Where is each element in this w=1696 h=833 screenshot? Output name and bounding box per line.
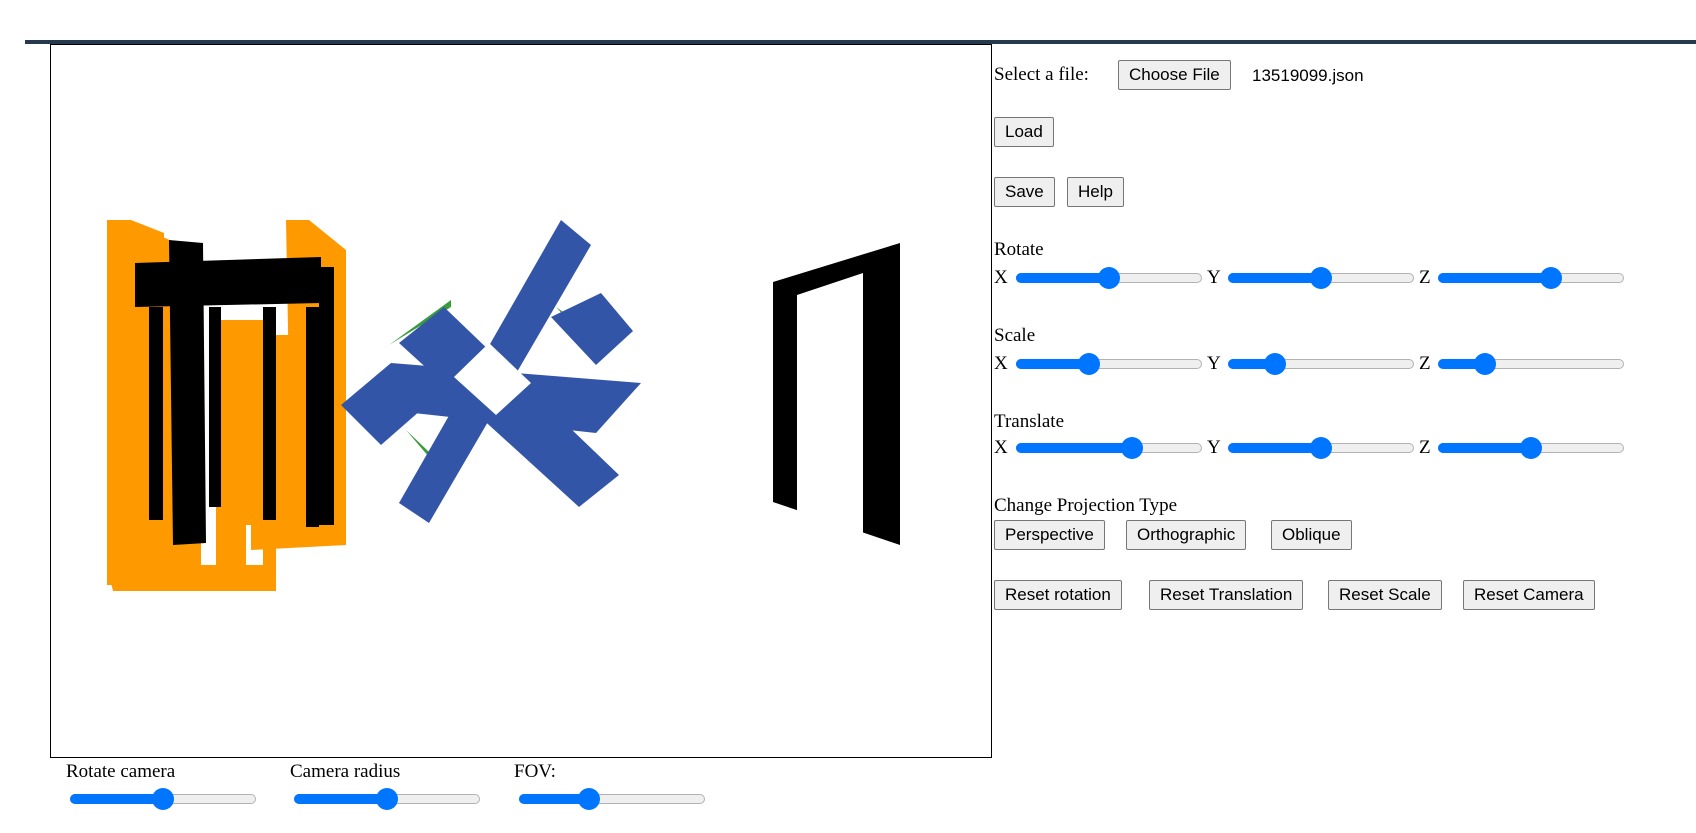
translate-title: Translate — [994, 411, 1065, 432]
fov-label: FOV: — [514, 761, 556, 782]
scale-z-slider[interactable] — [1438, 352, 1624, 376]
rotate-title: Rotate — [994, 239, 1044, 260]
translate-x-label: X — [994, 437, 1008, 458]
select-file-label: Select a file: — [994, 64, 1089, 85]
reset-camera-button[interactable]: Reset Camera — [1463, 580, 1595, 610]
slider-fill — [1228, 273, 1321, 283]
scale-x-slider[interactable] — [1016, 352, 1202, 376]
reset-rotation-button[interactable]: Reset rotation — [994, 580, 1122, 610]
translate-y-slider[interactable] — [1228, 436, 1414, 460]
slider-thumb[interactable] — [1310, 437, 1332, 459]
webgl-canvas[interactable] — [50, 44, 992, 758]
camera-radius-slider[interactable] — [294, 787, 480, 811]
slider-thumb[interactable] — [376, 788, 398, 810]
fov-slider[interactable] — [519, 787, 705, 811]
rotate-y-slider[interactable] — [1228, 266, 1414, 290]
slider-fill — [1438, 273, 1551, 283]
rotate-y-label: Y — [1207, 267, 1221, 288]
rotate-x-slider[interactable] — [1016, 266, 1202, 290]
scale-x-label: X — [994, 353, 1008, 374]
scale-y-slider[interactable] — [1228, 352, 1414, 376]
perspective-button[interactable]: Perspective — [994, 520, 1105, 550]
rotate-z-label: Z — [1419, 267, 1431, 288]
slider-thumb[interactable] — [1310, 267, 1332, 289]
slider-thumb[interactable] — [1520, 437, 1542, 459]
slider-fill — [1438, 443, 1531, 453]
slider-thumb[interactable] — [1540, 267, 1562, 289]
reset-translation-button[interactable]: Reset Translation — [1149, 580, 1304, 610]
blue-object — [341, 220, 641, 523]
rotate-z-slider[interactable] — [1438, 266, 1624, 290]
scale-title: Scale — [994, 325, 1036, 346]
scale-y-label: Y — [1207, 353, 1221, 374]
orthographic-button[interactable]: Orthographic — [1126, 520, 1247, 550]
slider-thumb[interactable] — [1098, 267, 1120, 289]
translate-y-label: Y — [1207, 437, 1221, 458]
slider-fill — [1016, 273, 1109, 283]
black-trapezoid — [773, 243, 900, 545]
help-button[interactable]: Help — [1067, 177, 1124, 207]
camera-radius-label: Camera radius — [290, 761, 401, 782]
save-button[interactable]: Save — [994, 177, 1055, 207]
scale-z-label: Z — [1419, 353, 1431, 374]
slider-fill — [1016, 443, 1132, 453]
rotate-x-label: X — [994, 267, 1008, 288]
slider-thumb[interactable] — [1264, 353, 1286, 375]
slider-thumb[interactable] — [1121, 437, 1143, 459]
rotate-camera-label: Rotate camera — [66, 761, 176, 782]
slider-thumb[interactable] — [1078, 353, 1100, 375]
reset-scale-button[interactable]: Reset Scale — [1328, 580, 1442, 610]
translate-z-slider[interactable] — [1438, 436, 1624, 460]
slider-fill — [1228, 443, 1321, 453]
scene-render — [107, 220, 900, 591]
slider-fill — [70, 794, 163, 804]
slider-thumb[interactable] — [1474, 353, 1496, 375]
choose-file-button[interactable]: Choose File — [1118, 60, 1231, 90]
projection-title: Change Projection Type — [994, 495, 1178, 516]
file-name-text: 13519099.json — [1252, 66, 1364, 85]
translate-z-label: Z — [1419, 437, 1431, 458]
slider-thumb[interactable] — [578, 788, 600, 810]
slider-fill — [294, 794, 387, 804]
translate-x-slider[interactable] — [1016, 436, 1202, 460]
load-button[interactable]: Load — [994, 117, 1054, 147]
slider-thumb[interactable] — [152, 788, 174, 810]
rotate-camera-slider[interactable] — [70, 787, 256, 811]
oblique-button[interactable]: Oblique — [1271, 520, 1352, 550]
